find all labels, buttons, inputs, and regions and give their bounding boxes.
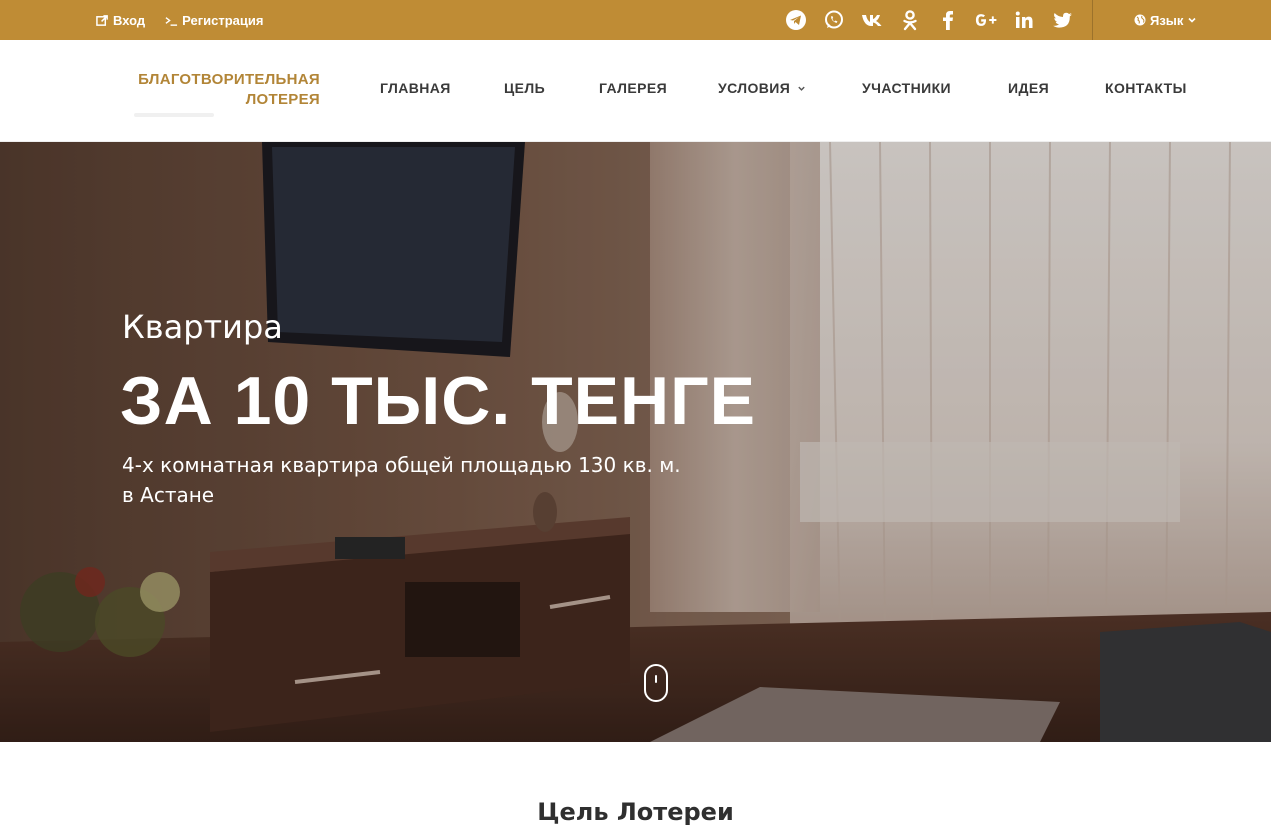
- nav-label: УСЛОВИЯ: [718, 80, 791, 96]
- google-plus-icon[interactable]: [974, 9, 998, 31]
- hero-slider: Квартира ЗА 10 ТЫС. ТЕНГЕ 4-х комнатная …: [0, 142, 1271, 742]
- section-title: Цель Лотереи: [537, 798, 734, 826]
- scroll-down-mouse-icon[interactable]: [644, 664, 668, 702]
- register-label: Регистрация: [182, 12, 264, 28]
- hero-background-image: [0, 142, 1271, 742]
- login-link[interactable]: Вход: [96, 13, 145, 28]
- chevron-down-icon: [798, 86, 805, 91]
- hero-pretitle: Квартира: [122, 308, 283, 346]
- language-label: Язык: [1150, 12, 1184, 28]
- nav-label: ИДЕЯ: [1008, 80, 1050, 96]
- nav-label: УЧАСТНИКИ: [862, 80, 952, 96]
- nav-label: КОНТАКТЫ: [1105, 80, 1187, 96]
- top-bar: Вход Регистрация Язык: [0, 0, 1271, 40]
- login-label: Вход: [113, 12, 146, 28]
- hero-title: ЗА 10 ТЫС. ТЕНГЕ: [120, 363, 757, 439]
- site-header: БЛАГОТВОРИТЕЛЬНАЯ ЛОТЕРЕЯ ГЛАВНАЯ ЦЕЛЬ Г…: [0, 40, 1271, 142]
- topbar-divider: [1092, 0, 1093, 40]
- register-link[interactable]: Регистрация: [165, 13, 263, 28]
- nav-item-idea[interactable]: ИДЕЯ: [1008, 80, 1049, 96]
- nav-label: ГАЛЕРЕЯ: [599, 80, 668, 96]
- facebook-icon[interactable]: [936, 9, 960, 31]
- nav-item-gallery[interactable]: ГАЛЕРЕЯ: [599, 80, 667, 96]
- chevron-down-icon: [1188, 17, 1196, 23]
- login-icon: [96, 14, 108, 26]
- nav-item-home[interactable]: ГЛАВНАЯ: [380, 80, 451, 96]
- whatsapp-icon[interactable]: [822, 9, 846, 31]
- linkedin-icon[interactable]: [1012, 9, 1036, 31]
- telegram-icon[interactable]: [784, 9, 808, 31]
- hero-subtitle: 4-х комнатная квартира общей площадью 13…: [122, 453, 681, 507]
- mouse-wheel: [655, 675, 657, 683]
- globe-icon: [1134, 14, 1146, 26]
- vk-icon[interactable]: [860, 9, 884, 31]
- auth-links: Вход Регистрация: [96, 0, 263, 40]
- odnoklassniki-icon[interactable]: [898, 9, 922, 31]
- nav-label: ЦЕЛЬ: [504, 80, 546, 96]
- twitter-icon[interactable]: [1050, 9, 1074, 31]
- nav-item-goal[interactable]: ЦЕЛЬ: [504, 80, 545, 96]
- main-nav: ГЛАВНАЯ ЦЕЛЬ ГАЛЕРЕЯ УСЛОВИЯ УЧАСТНИКИ И…: [0, 40, 1271, 140]
- language-selector[interactable]: Язык: [1134, 0, 1197, 40]
- nav-item-conditions[interactable]: УСЛОВИЯ: [718, 80, 806, 96]
- social-links: [784, 0, 1088, 40]
- nav-item-participants[interactable]: УЧАСТНИКИ: [862, 80, 951, 96]
- terminal-icon: [165, 16, 178, 26]
- nav-label: ГЛАВНАЯ: [380, 80, 451, 96]
- nav-item-contacts[interactable]: КОНТАКТЫ: [1105, 80, 1187, 96]
